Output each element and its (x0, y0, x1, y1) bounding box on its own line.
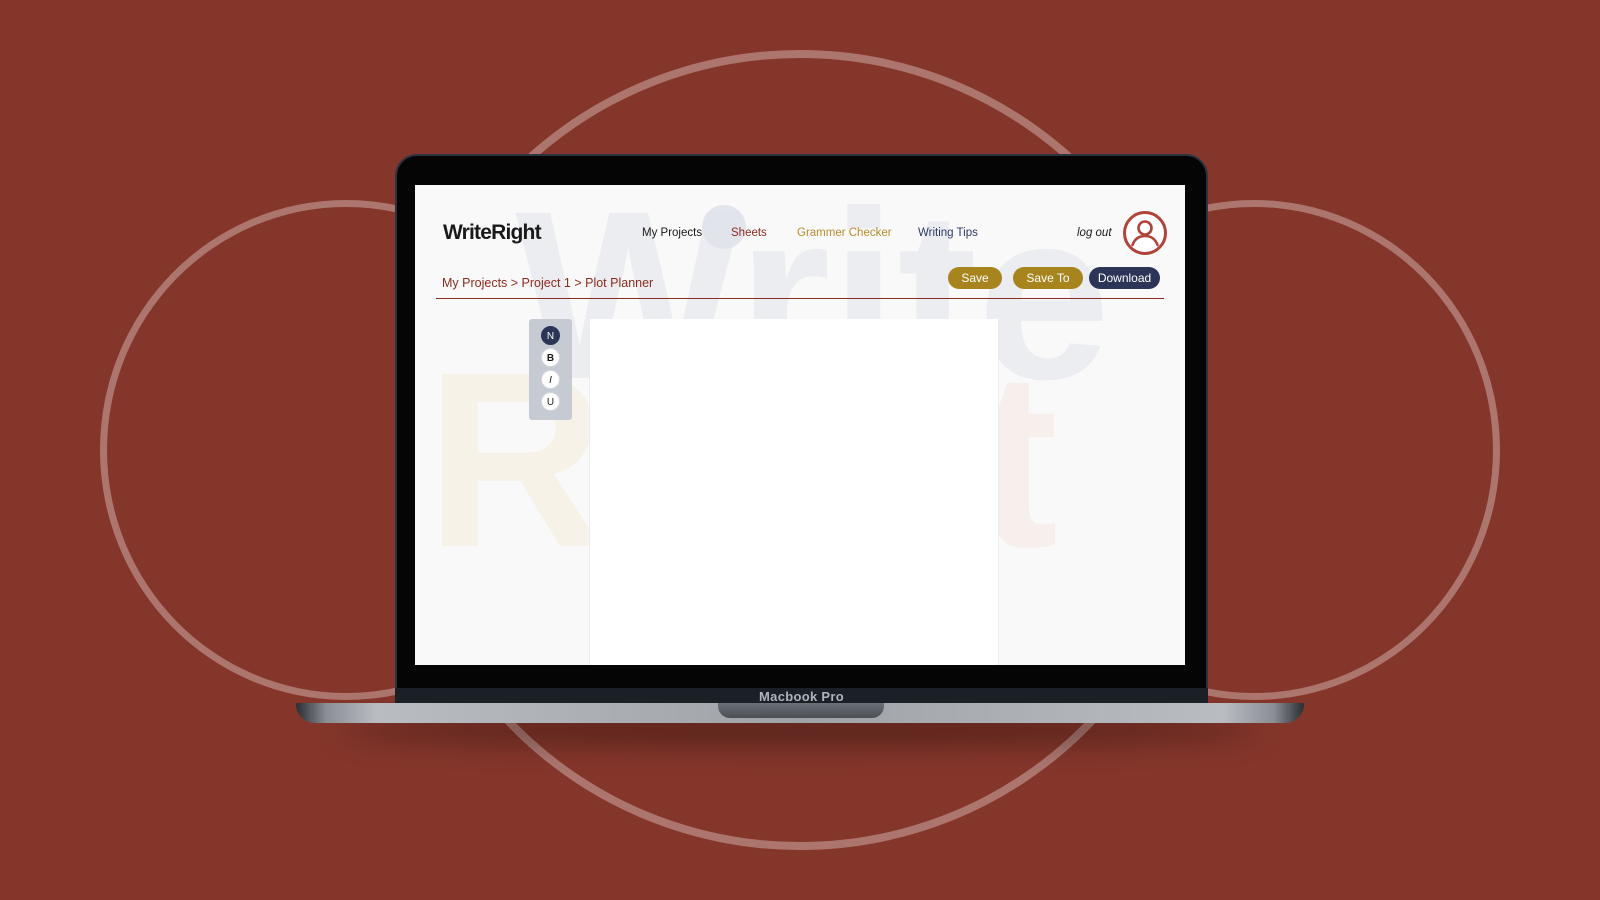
nav-sheets[interactable]: Sheets (731, 227, 767, 239)
user-silhouette-icon (1131, 220, 1159, 247)
breadcrumb: My Projects > Project 1 > Plot Planner (442, 276, 654, 290)
nav-writing-tips[interactable]: Writing Tips (918, 227, 978, 239)
document-page[interactable] (589, 319, 999, 665)
logout-link[interactable]: log out (1077, 227, 1112, 239)
format-normal-button[interactable]: N (541, 326, 560, 345)
save-button[interactable]: Save (948, 267, 1002, 289)
format-italic-button[interactable]: I (541, 370, 560, 389)
save-to-button[interactable]: Save To (1013, 267, 1083, 289)
watermark-text-left: R (425, 320, 606, 599)
app-screen: Write R t WriteRight My Projects Sheets … (415, 185, 1185, 665)
app-logo[interactable]: WriteRight (443, 221, 542, 245)
nav-grammer-checker[interactable]: Grammer Checker (797, 227, 892, 239)
format-toolbar: N B I U (529, 319, 572, 420)
header-divider (436, 298, 1164, 299)
format-bold-button[interactable]: B (541, 348, 560, 367)
user-avatar-icon[interactable] (1123, 211, 1167, 255)
laptop-base-notch (718, 703, 884, 718)
nav-my-projects[interactable]: My Projects (642, 227, 702, 239)
download-button[interactable]: Download (1089, 267, 1160, 289)
format-underline-button[interactable]: U (541, 392, 560, 411)
